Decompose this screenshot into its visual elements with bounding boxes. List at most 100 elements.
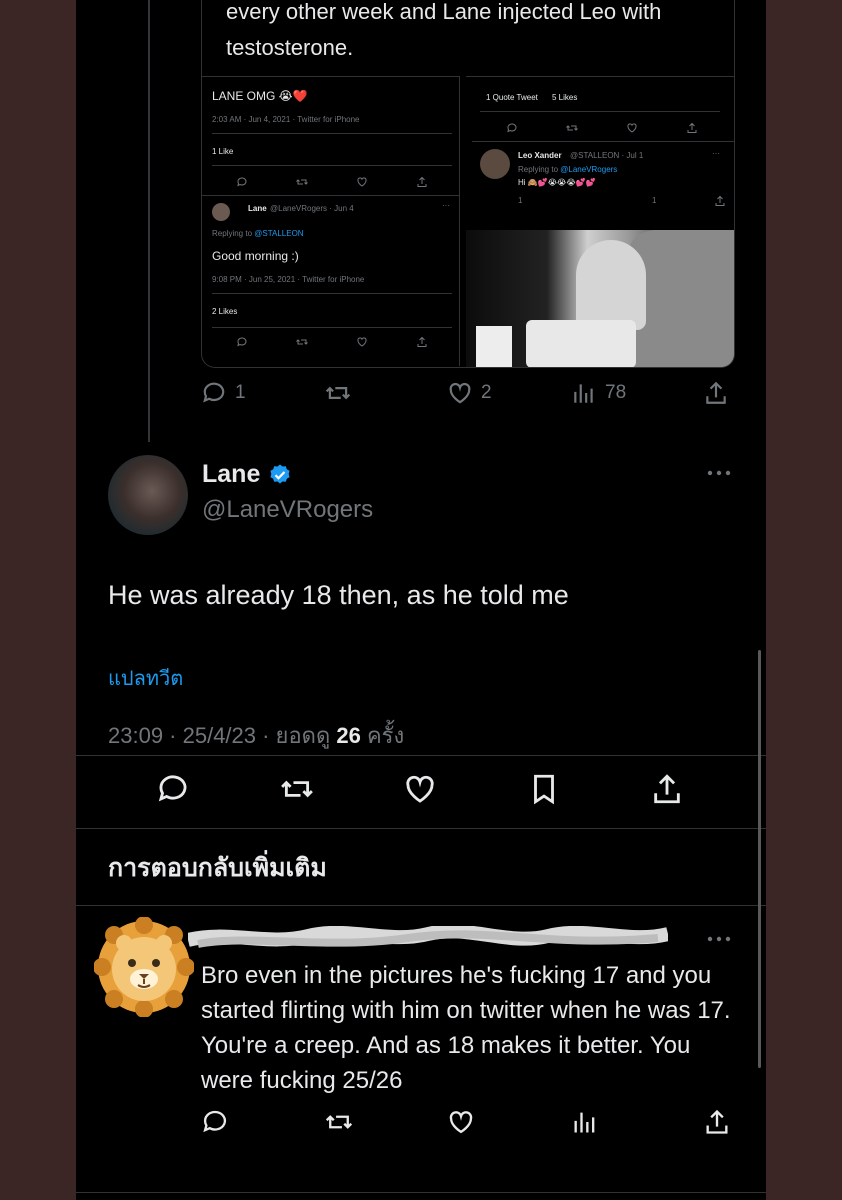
retweet-button[interactable] [280,772,316,808]
screenshot-reply-handle: @LaneVRogers · Jun 4 [270,204,354,213]
scrollbar[interactable] [758,650,761,1068]
views-count: 78 [605,382,627,403]
lion-avatar[interactable] [94,917,194,1017]
screenshot-reply-text: Good morning :) [212,249,299,263]
screenshot-tweet-text: LANE OMG 😭❤️ [212,89,308,103]
screenshot-like-count: 1 [652,196,657,205]
heart-icon [406,775,434,803]
like-count: 2 [481,382,492,403]
thread-line [148,0,150,442]
screenshot-reply-author: Lane [248,204,267,213]
screenshot-reply-timestamp: 9:08 PM · Jun 25, 2021 · Twitter for iPh… [212,275,365,284]
share-icon [654,774,680,804]
view-count: 26 [336,723,361,748]
share-icon [416,336,428,348]
screenshot-handle: @STALLEON · Jul 1 [570,151,644,160]
display-name-row[interactable]: Lane [202,460,292,489]
screenshot-timestamp: 2:03 AM · Jun 4, 2021 · Twitter for iPho… [212,115,360,124]
tweet-text: He was already 18 then, as he told me [108,580,569,610]
divider [76,1192,766,1193]
retweet-icon [325,386,351,400]
avatar [212,203,230,221]
more-icon[interactable] [706,934,732,944]
attached-screenshot-image[interactable]: every other week and Lane injected Leo w… [201,0,735,368]
analytics-icon [574,1112,595,1133]
reply-tweet-text: Bro even in the pictures he's fucking 17… [201,962,731,1094]
more-icon: ··· [712,149,720,158]
comment-icon [203,1110,227,1133]
screenshot-right-panel: 1 Quote Tweet 5 Likes Leo Xander @STALLE… [466,76,734,232]
tweet-meta: 23:09 · 25/4/23 · ยอดดู 26 ครั้ง [108,718,404,753]
views-button[interactable]: 78 [571,380,626,406]
avatar[interactable] [108,455,188,535]
retweet-icon [281,780,313,798]
divider [76,755,766,756]
comment-icon [506,122,518,134]
comment-icon [158,775,187,802]
display-name: Lane [202,460,261,488]
avatar [480,149,510,179]
share-icon [706,381,726,404]
tweet-time-date: 23:09 · 25/4/23 · ยอดดู [108,723,337,748]
screenshot-likes: 5 Likes [552,93,578,102]
more-icon[interactable] [706,468,732,478]
heart-icon [449,1111,473,1134]
screenshot-reply-likes: 2 Likes [212,307,238,316]
more-replies-heading: การตอบกลับเพิ่มเติม [108,854,327,882]
bookmark-button[interactable] [527,772,563,808]
main-tweet-actions [76,772,766,812]
screenshot-reply-count: 1 [518,196,523,205]
screenshot-reply-text: Hi 🙈💕😭😭😭💕💕 [518,178,596,187]
replying-prefix: Replying to [212,229,253,238]
replying-handle: @STALLEON [254,229,304,238]
retweet-icon [566,122,578,134]
share-icon [416,176,428,188]
heart-icon [626,122,638,134]
share-icon [686,122,698,134]
heart-icon [356,176,368,188]
attached-photo [466,230,734,367]
share-icon [714,195,726,207]
view-suffix: ครั้ง [360,723,405,748]
handle[interactable]: @LaneVRogers [202,496,373,524]
screenshot-author: Leo Xander [518,151,562,160]
verified-badge-icon [270,464,290,483]
more-icon: ··· [442,201,450,210]
retweet-button[interactable] [325,1108,353,1141]
like-button[interactable]: 2 [447,380,492,406]
comment-icon [236,176,248,188]
like-button[interactable] [447,1108,475,1141]
twitter-screen: every other week and Lane injected Leo w… [76,0,766,1200]
reply-count: 1 [235,382,246,403]
share-button[interactable] [650,772,686,808]
divider [76,905,766,906]
bookmark-icon [534,774,554,805]
comment-icon [236,336,248,348]
screenshot-caption-text: every other week and Lane injected Leo w… [226,0,662,60]
retweet-icon [296,336,308,348]
screenshot-likes: 1 Like [212,147,234,156]
views-button[interactable] [571,1108,599,1141]
parent-tweet-actions: 1 2 78 [201,380,735,416]
reply-button[interactable] [156,772,192,808]
heart-icon [449,382,471,404]
device-frame-left [0,0,76,1200]
comment-icon [203,382,225,403]
heart-icon [356,336,368,348]
share-button[interactable] [703,380,729,406]
screenshot-quote-tweets: 1 Quote Tweet [486,93,538,102]
like-button[interactable] [403,772,439,808]
divider [76,828,766,829]
redacted-username-scribble [188,926,668,948]
replying-handle: @LaneVRogers [560,165,618,174]
reply-button[interactable]: 1 [201,380,246,406]
replying-prefix: Replying to [518,165,559,174]
retweet-icon [296,176,308,188]
share-button[interactable] [703,1108,731,1141]
screenshot-left-panel: LANE OMG 😭❤️ 2:03 AM · Jun 4, 2021 · Twi… [202,76,460,366]
analytics-icon [574,384,593,403]
reply-button[interactable] [201,1108,229,1141]
device-frame-right [766,0,842,1200]
translate-link[interactable]: แปลทวีต [108,662,183,694]
retweet-button[interactable] [325,380,351,406]
